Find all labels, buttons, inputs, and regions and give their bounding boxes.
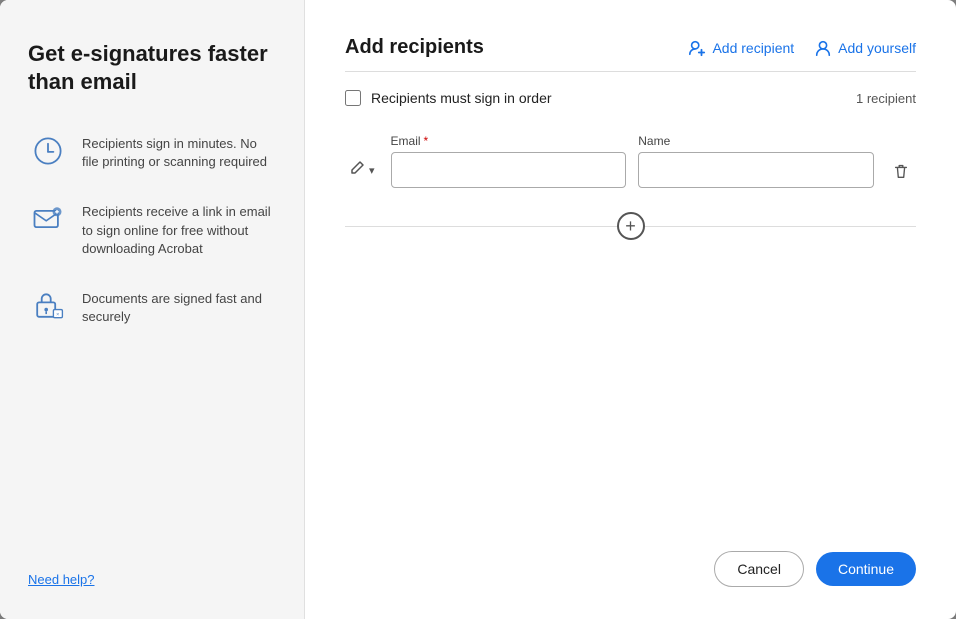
add-line-right xyxy=(645,226,917,227)
sign-order-label: Recipients must sign in order xyxy=(371,90,552,106)
delete-recipient-button[interactable] xyxy=(886,156,916,186)
trash-icon xyxy=(892,162,910,180)
add-line-left xyxy=(345,226,617,227)
add-recipient-button[interactable]: Add recipient xyxy=(688,39,794,57)
email-icon xyxy=(28,199,68,239)
feature-list: Recipients sign in minutes. No file prin… xyxy=(28,131,276,326)
required-star: * xyxy=(424,134,429,148)
add-more-row: + xyxy=(345,212,916,240)
footer: Cancel Continue xyxy=(345,551,916,587)
sign-order-checkbox[interactable] xyxy=(345,90,361,106)
add-recipient-label: Add recipient xyxy=(712,40,794,56)
email-label: Email * xyxy=(391,134,627,148)
right-panel: Add recipients Add recipient xyxy=(305,0,956,619)
add-more-button[interactable]: + xyxy=(617,212,645,240)
page-title: Get e-signatures faster than email xyxy=(28,40,276,95)
left-panel: Get e-signatures faster than email Recip… xyxy=(0,0,305,619)
feature-text-clock: Recipients sign in minutes. No file prin… xyxy=(82,135,276,171)
feature-item-clock: Recipients sign in minutes. No file prin… xyxy=(28,131,276,171)
role-selector[interactable]: ▾ xyxy=(345,152,379,188)
name-input[interactable] xyxy=(638,152,874,188)
name-group: Name xyxy=(638,134,874,188)
email-group: Email * xyxy=(391,134,627,188)
email-input[interactable] xyxy=(391,152,627,188)
right-header: Add recipients Add recipient xyxy=(345,36,916,59)
header-actions: Add recipient Add yourself xyxy=(688,39,916,57)
right-title: Add recipients xyxy=(345,36,484,59)
header-divider xyxy=(345,71,916,72)
add-yourself-button[interactable]: Add yourself xyxy=(814,39,916,57)
order-checkbox-row: Recipients must sign in order 1 recipien… xyxy=(345,90,916,106)
modal: Get e-signatures faster than email Recip… xyxy=(0,0,956,619)
chevron-down-icon: ▾ xyxy=(369,164,375,177)
recipient-row: ▾ Email * Name xyxy=(345,134,916,188)
name-label: Name xyxy=(638,134,874,148)
feature-item-email: Recipients receive a link in email to si… xyxy=(28,199,276,258)
feature-text-email: Recipients receive a link in email to si… xyxy=(82,203,276,258)
need-help-link[interactable]: Need help? xyxy=(28,572,276,587)
clock-icon xyxy=(28,131,68,171)
checkbox-left: Recipients must sign in order xyxy=(345,90,552,106)
add-recipient-icon xyxy=(688,39,706,57)
add-yourself-label: Add yourself xyxy=(838,40,916,56)
recipient-count: 1 recipient xyxy=(856,91,916,106)
svg-text:×: × xyxy=(56,312,59,318)
feature-text-secure: Documents are signed fast and securely xyxy=(82,290,276,326)
add-yourself-icon xyxy=(814,39,832,57)
feature-item-secure: × Documents are signed fast and securely xyxy=(28,286,276,326)
continue-button[interactable]: Continue xyxy=(816,552,916,586)
pen-icon xyxy=(349,160,365,181)
secure-icon: × xyxy=(28,286,68,326)
cancel-button[interactable]: Cancel xyxy=(714,551,804,587)
